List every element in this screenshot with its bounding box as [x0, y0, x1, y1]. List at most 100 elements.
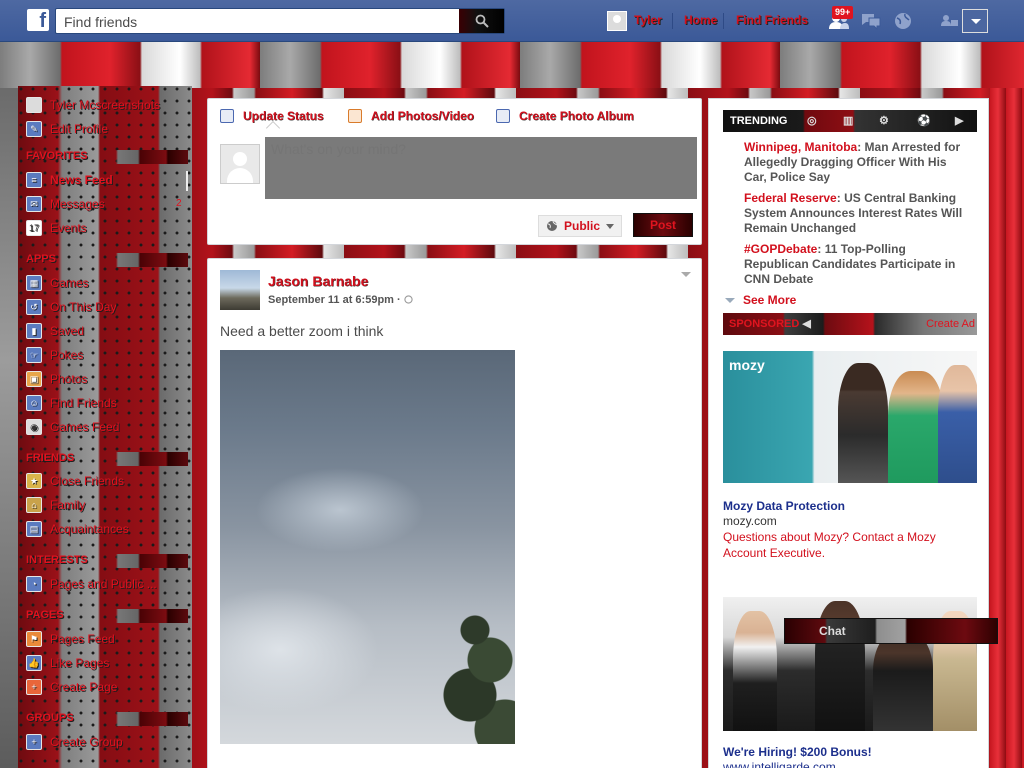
ad-person: [733, 611, 777, 731]
trending-politics-icon[interactable]: ▥: [843, 110, 857, 132]
section-apps: APPS: [26, 253, 188, 267]
sidebar-edit-profile[interactable]: ✎ Edit Profile: [26, 120, 108, 138]
story-timestamp[interactable]: September 11 at 6:59pm ·: [268, 294, 413, 306]
chat-bar[interactable]: Chat: [784, 618, 998, 644]
trending-top-icon[interactable]: ◎: [807, 110, 821, 132]
messages-icon: ✉: [26, 196, 42, 212]
user-avatar[interactable]: [607, 11, 627, 31]
ad-domain: www.intelligarde.com: [723, 760, 836, 768]
sidebar-item-acquaintances[interactable]: ▤ Acquaintances: [26, 520, 129, 538]
account-menu-button[interactable]: [962, 9, 988, 33]
tab-create-album[interactable]: Create Photo Album: [496, 109, 634, 123]
search-input[interactable]: [64, 13, 454, 31]
sidebar-item-create-group[interactable]: + Create Group: [26, 733, 123, 751]
sidebar-item-label: Saved: [50, 324, 85, 338]
post-button[interactable]: Post: [633, 213, 693, 237]
sponsored-header: SPONSORED ◀ Create Ad: [723, 313, 977, 335]
globe-icon: [546, 220, 558, 231]
ad-image[interactable]: mozy: [723, 351, 977, 483]
create-ad-link[interactable]: Create Ad: [926, 313, 975, 335]
sidebar-item-label: Family: [50, 498, 86, 512]
sidebar-item-label: Games Feed: [50, 420, 120, 434]
pages-feed-icon: ⚑: [26, 631, 42, 647]
ad-title[interactable]: We're Hiring! $200 Bonus!: [723, 745, 872, 759]
chat-label: Chat: [819, 624, 846, 638]
story-options-chevron-icon[interactable]: [681, 272, 691, 277]
sidebar-item-label: Edit Profile: [50, 122, 109, 136]
sidebar-item-label: Find Friends: [50, 396, 117, 410]
sidebar-item-news-feed[interactable]: ≡ News Feed: [26, 171, 113, 189]
background-right-edge: [990, 88, 1024, 768]
profile-link[interactable]: Tyler: [634, 13, 662, 27]
audience-selector[interactable]: Public: [538, 215, 622, 237]
sidebar-item-find-friends[interactable]: ☺ Find Friends: [26, 394, 117, 412]
trending-item[interactable]: Winnipeg, Manitoba: Man Arrested for All…: [744, 140, 964, 185]
chevron-down-icon: [606, 223, 614, 229]
notifications-globe-icon[interactable]: [892, 10, 914, 32]
ad-person: [873, 631, 933, 731]
create-page-icon: +: [26, 679, 42, 695]
messages-icon[interactable]: [860, 10, 882, 32]
sidebar-item-label: Games: [50, 276, 89, 290]
sidebar-item-saved[interactable]: ▮ Saved: [26, 322, 84, 340]
close-friends-icon: ★: [26, 473, 42, 489]
trending-entertainment-icon[interactable]: ▶: [955, 110, 969, 132]
sidebar-item-events[interactable]: 17 Events: [26, 219, 87, 237]
ad-title[interactable]: Mozy Data Protection: [723, 499, 845, 513]
pokes-icon: ☞: [26, 347, 42, 363]
news-feed-icon: ≡: [26, 172, 42, 188]
section-friends: FRIENDS: [26, 452, 188, 466]
search-box: [55, 8, 505, 34]
trending-topic: #GOPDebate: [744, 242, 818, 256]
sidebar-item-photos[interactable]: ▣ Photos: [26, 370, 87, 388]
sidebar-item-close-friends[interactable]: ★ Close Friends: [26, 472, 124, 490]
family-icon: ⌂: [26, 497, 42, 513]
ad-person: [938, 365, 977, 483]
sidebar-item-pages-and-public[interactable]: ◔ Pages and Public ...: [26, 575, 157, 593]
search-button[interactable]: [459, 9, 504, 33]
trending-title: TRENDING: [730, 115, 788, 127]
status-input[interactable]: [265, 137, 697, 199]
story-author[interactable]: Jason Barnabe: [268, 273, 368, 289]
sidebar-profile[interactable]: Tyler Mcscreenshots: [26, 96, 160, 114]
sidebar-item-pokes[interactable]: ☞ Pokes: [26, 346, 83, 364]
photos-icon: ▣: [26, 371, 42, 387]
home-link[interactable]: Home: [684, 13, 717, 27]
facebook-logo[interactable]: f: [27, 9, 49, 32]
story-photo[interactable]: [220, 350, 515, 744]
sidebar-item-games-feed[interactable]: ◉ Games Feed: [26, 418, 119, 436]
section-favorites: FAVORITES: [26, 150, 188, 164]
trending-item[interactable]: Federal Reserve: US Central Banking Syst…: [744, 191, 964, 236]
sidebar-item-games[interactable]: ▦ Games: [26, 274, 89, 292]
privacy-shortcuts-icon[interactable]: [938, 10, 960, 32]
find-friends-link[interactable]: Find Friends: [736, 13, 808, 27]
sidebar-item-like-pages[interactable]: 👍 Like Pages: [26, 654, 109, 672]
feed-story: Jason Barnabe September 11 at 6:59pm · N…: [207, 258, 702, 768]
mozy-logo: mozy: [729, 357, 765, 373]
trending-item[interactable]: #GOPDebate: 11 Top-Polling Republican Ca…: [744, 242, 964, 287]
trending-header: TRENDING ◎ ▥ ⚙ ⚽ ▶: [723, 110, 977, 132]
sidebar-item-pages-feed[interactable]: ⚑ Pages Feed: [26, 630, 115, 648]
sidebar-item-label: Photos: [50, 372, 88, 386]
active-indicator: [186, 171, 188, 191]
tab-add-photos[interactable]: Add Photos/Video: [348, 109, 474, 123]
nav-divider: [723, 13, 724, 29]
sidebar-item-on-this-day[interactable]: ↺ On This Day: [26, 298, 116, 316]
nav-divider: [672, 13, 673, 29]
see-more-link[interactable]: See More: [725, 293, 796, 307]
ad-person: [888, 371, 944, 483]
search-icon: [475, 14, 489, 28]
sidebar-item-label: Pokes: [50, 348, 84, 362]
trending-science-icon[interactable]: ⚙: [879, 110, 893, 132]
section-interests: INTERESTS: [26, 554, 188, 568]
author-avatar[interactable]: [220, 270, 260, 310]
sidebar-item-label: Like Pages: [50, 656, 110, 670]
trending-sports-icon[interactable]: ⚽: [917, 110, 931, 132]
sidebar-item-family[interactable]: ⌂ Family: [26, 496, 85, 514]
sidebar-item-label: Acquaintances: [50, 522, 129, 536]
sidebar-item-create-page[interactable]: + Create Page: [26, 678, 117, 696]
sidebar-item-messages[interactable]: ✉ Messages: [26, 195, 105, 213]
games-feed-icon: ◉: [26, 419, 42, 435]
like-pages-icon: 👍: [26, 655, 42, 671]
background-banner: [0, 42, 1024, 88]
